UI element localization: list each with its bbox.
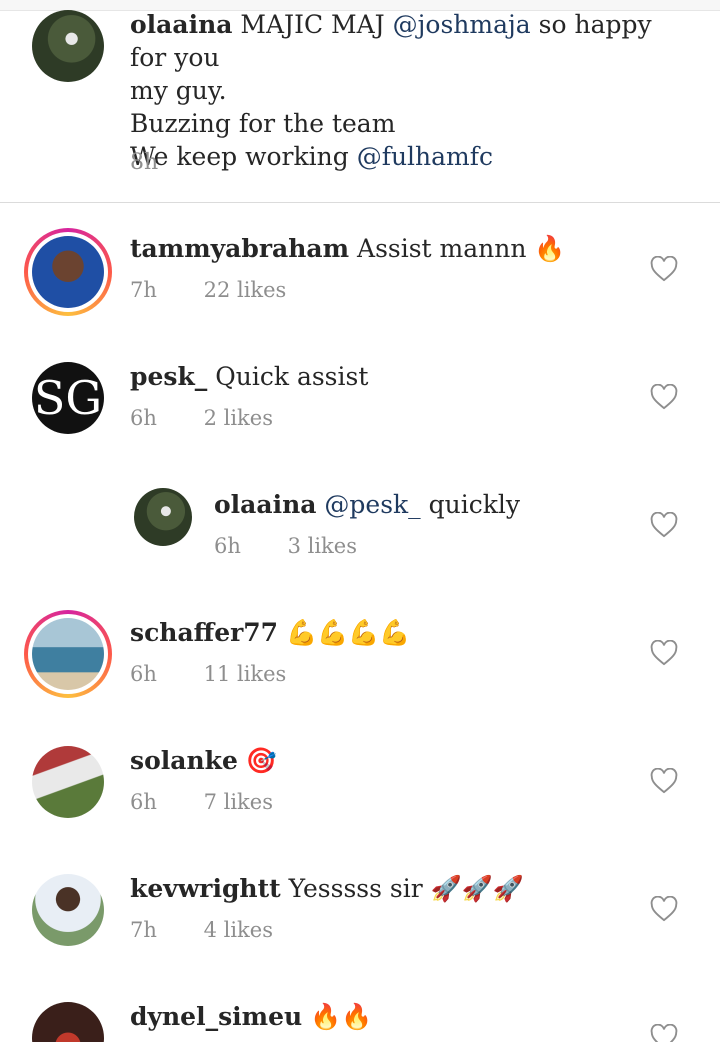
avatar[interactable] bbox=[32, 10, 104, 82]
likes-count[interactable]: 4 likes bbox=[204, 918, 273, 942]
likes-count[interactable]: 2 likes bbox=[204, 406, 273, 430]
comment-time: 7h bbox=[130, 918, 157, 942]
heart-outline-icon[interactable] bbox=[650, 1024, 678, 1042]
reply-item: olaaina @pesk_ quickly 6h 3 likes bbox=[0, 478, 720, 598]
comment-text: tammyabraham Assist mannn 🔥 bbox=[130, 234, 566, 263]
avatar[interactable] bbox=[32, 1002, 104, 1042]
likes-count[interactable]: 3 likes bbox=[288, 534, 357, 558]
likes-count[interactable]: 22 likes bbox=[204, 278, 287, 302]
comment-username[interactable]: pesk_ bbox=[130, 362, 207, 391]
post-caption: olaaina MAJIC MAJ @joshmaja so happy for… bbox=[0, 0, 720, 203]
comment-time: 7h bbox=[130, 278, 157, 302]
comment-text: schaffer77 💪💪💪💪 bbox=[130, 616, 411, 649]
avatar[interactable] bbox=[32, 236, 104, 308]
heart-outline-icon[interactable] bbox=[650, 768, 678, 794]
comment-meta: 6h 3 likes bbox=[214, 534, 357, 558]
fire-emoji: 🔥🔥 bbox=[310, 1002, 373, 1031]
story-ring[interactable] bbox=[24, 228, 112, 316]
heart-outline-icon[interactable] bbox=[650, 640, 678, 666]
comment-time: 6h bbox=[214, 534, 241, 558]
heart-outline-icon[interactable] bbox=[650, 512, 678, 538]
comment-text: solanke 🎯 bbox=[130, 744, 277, 777]
rocket-emoji: 🚀🚀🚀 bbox=[430, 874, 524, 903]
comment-time: 6h bbox=[130, 406, 157, 430]
heart-outline-icon[interactable] bbox=[650, 256, 678, 282]
likes-count[interactable]: 7 likes bbox=[204, 790, 273, 814]
comment-text: dynel_simeu 🔥🔥 bbox=[130, 1000, 372, 1033]
direct-hit-emoji: 🎯 bbox=[245, 746, 277, 775]
comment-item: tammyabraham Assist mannn 🔥 7h 22 likes bbox=[0, 222, 720, 342]
comment-item: schaffer77 💪💪💪💪 6h 11 likes bbox=[0, 606, 720, 726]
avatar[interactable] bbox=[134, 488, 192, 546]
comment-username[interactable]: schaffer77 bbox=[130, 618, 278, 647]
comment-username[interactable]: dynel_simeu bbox=[130, 1002, 302, 1031]
comment-meta: 7h 22 likes bbox=[130, 278, 286, 302]
comment-time: 6h bbox=[130, 662, 157, 686]
comment-text: pesk_ Quick assist bbox=[130, 362, 369, 391]
comment-time: 6h bbox=[130, 790, 157, 814]
comment-username[interactable]: olaaina bbox=[214, 490, 316, 519]
mention-link[interactable]: @fulhamfc bbox=[357, 142, 493, 171]
mention-link[interactable]: @pesk_ bbox=[324, 490, 420, 519]
heart-outline-icon[interactable] bbox=[650, 896, 678, 922]
caption-username[interactable]: olaaina bbox=[130, 10, 232, 39]
fire-emoji: 🔥 bbox=[534, 234, 566, 263]
comment-meta: 6h 11 likes bbox=[130, 662, 286, 686]
comment-item: SG pesk_ Quick assist 6h 2 likes bbox=[0, 350, 720, 470]
likes-count[interactable]: 11 likes bbox=[204, 662, 287, 686]
comment-username[interactable]: tammyabraham bbox=[130, 234, 349, 263]
comment-item: kevwrightt Yesssss sir 🚀🚀🚀 7h 4 likes bbox=[0, 862, 720, 982]
comment-meta: 7h 4 likes bbox=[130, 918, 273, 942]
comment-meta: 6h 2 likes bbox=[130, 406, 273, 430]
avatar[interactable]: SG bbox=[32, 362, 104, 434]
heart-outline-icon[interactable] bbox=[650, 384, 678, 410]
comment-username[interactable]: solanke bbox=[130, 746, 238, 775]
comment-text: kevwrightt Yesssss sir 🚀🚀🚀 bbox=[130, 874, 524, 903]
caption-text: olaaina MAJIC MAJ @joshmaja so happy for… bbox=[130, 10, 652, 171]
comment-item: dynel_simeu 🔥🔥 bbox=[0, 990, 720, 1042]
caption-time: 8h bbox=[130, 150, 159, 175]
comment-text: olaaina @pesk_ quickly bbox=[214, 490, 521, 519]
avatar[interactable] bbox=[32, 746, 104, 818]
comment-meta: 6h 7 likes bbox=[130, 790, 273, 814]
comment-item: solanke 🎯 6h 7 likes bbox=[0, 734, 720, 854]
flexed-biceps-emoji: 💪💪💪💪 bbox=[286, 618, 411, 647]
comment-username[interactable]: kevwrightt bbox=[130, 874, 281, 903]
avatar[interactable] bbox=[32, 618, 104, 690]
avatar[interactable] bbox=[32, 874, 104, 946]
mention-link[interactable]: @joshmaja bbox=[393, 10, 531, 39]
story-ring[interactable] bbox=[24, 610, 112, 698]
